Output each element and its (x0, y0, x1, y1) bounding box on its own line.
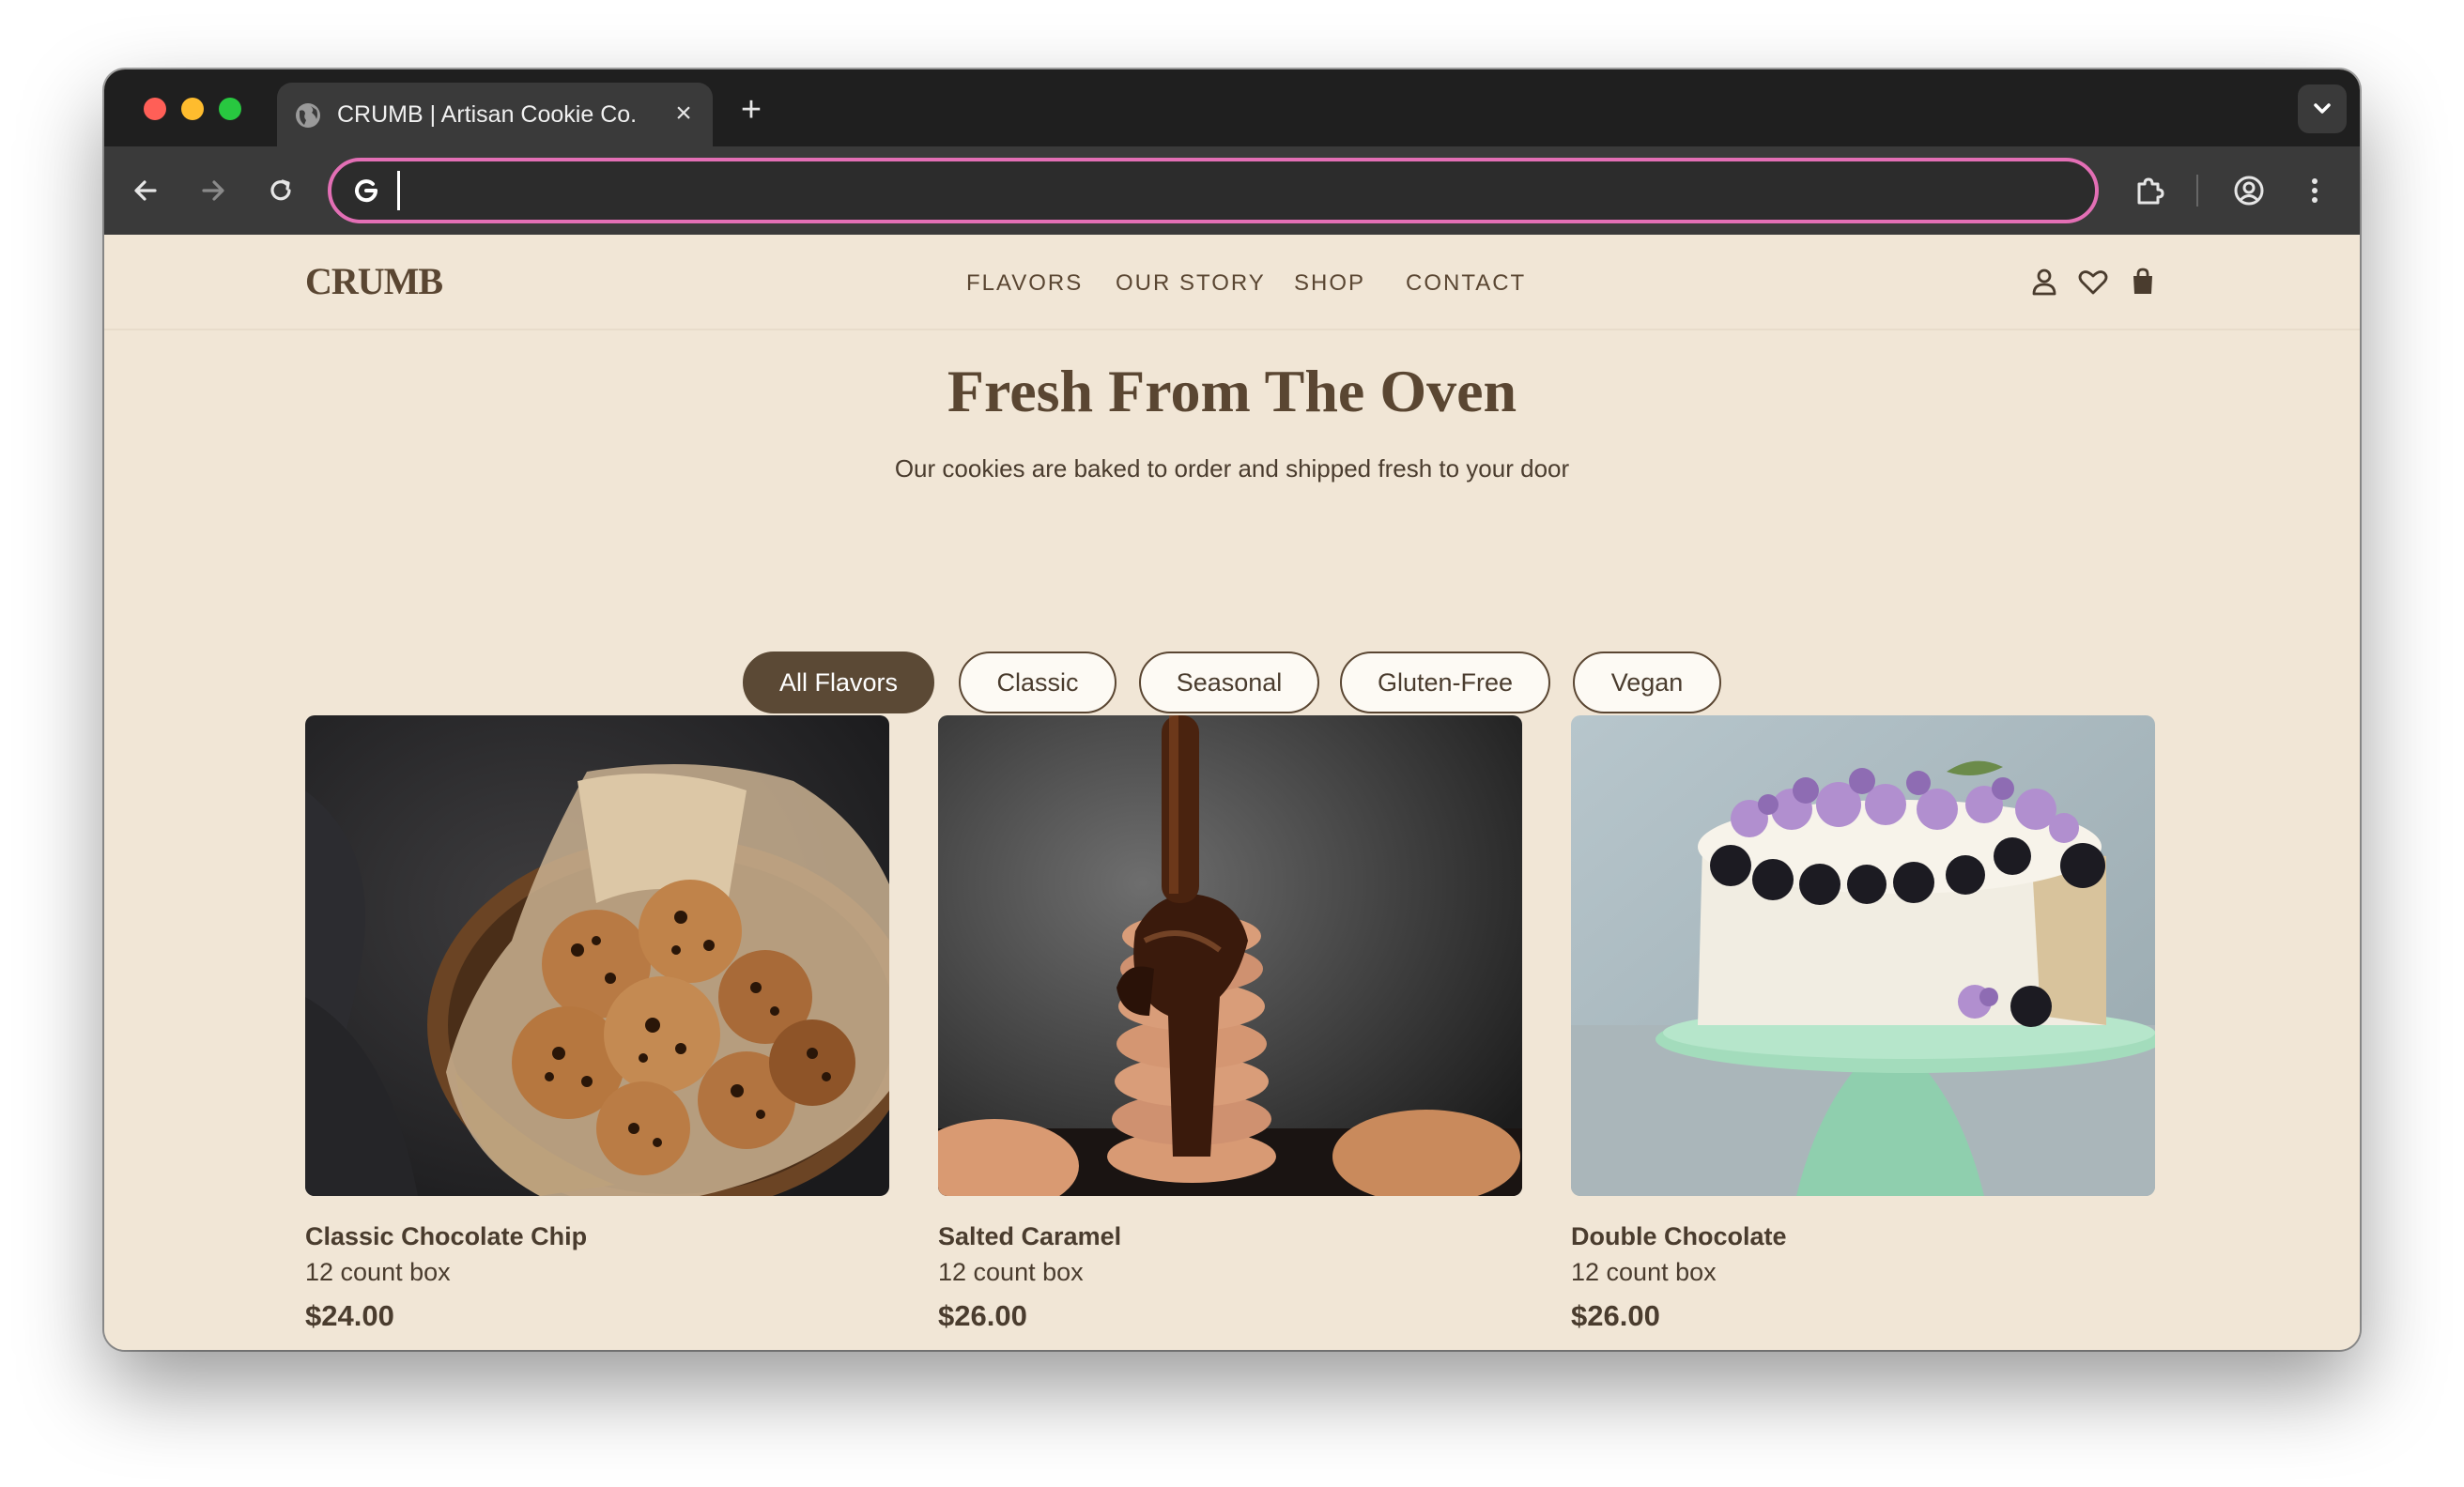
tab-search-button[interactable] (2298, 84, 2347, 133)
profile-icon[interactable] (2230, 172, 2268, 209)
globe-icon (294, 101, 322, 130)
nav-shop[interactable]: SHOP (1294, 270, 1365, 297)
site-header: CRUMB FLAVORS OUR STORY SHOP CONTACT (104, 235, 2360, 330)
product-image-cookies-bowl[interactable] (305, 715, 889, 1196)
browser-toolbar (104, 146, 2360, 235)
reload-icon[interactable] (262, 172, 300, 209)
google-g-icon (350, 175, 382, 207)
product-size: 12 count box (305, 1258, 451, 1286)
nav-contact[interactable]: CONTACT (1406, 270, 1526, 297)
product-size: 12 count box (938, 1258, 1084, 1286)
product-price: $26.00 (938, 1299, 1027, 1332)
minimize-window-button[interactable] (181, 98, 204, 120)
page-content: CRUMB FLAVORS OUR STORY SHOP CONTACT Fre… (104, 235, 2360, 1350)
chevron-down-icon (2314, 103, 2331, 114)
address-input[interactable] (397, 171, 2069, 210)
product-name[interactable]: Double Chocolate (1571, 1222, 1787, 1251)
product-name[interactable]: Salted Caramel (938, 1222, 1121, 1251)
tab-title: CRUMB | Artisan Cookie Co. (337, 101, 638, 128)
product-image-chocolate-drizzle[interactable] (938, 715, 1522, 1196)
filter-all-flavors[interactable]: All Flavors (743, 652, 934, 713)
forward-arrow-icon[interactable] (194, 172, 232, 209)
hero-title: Fresh From The Oven (947, 358, 1517, 424)
filter-seasonal[interactable]: Seasonal (1139, 652, 1319, 713)
main-nav: FLAVORS OUR STORY SHOP CONTACT (104, 270, 2360, 299)
close-window-button[interactable] (144, 98, 166, 120)
address-bar[interactable] (328, 158, 2099, 223)
extensions-puzzle-icon[interactable] (2131, 172, 2168, 209)
filter-vegan[interactable]: Vegan (1573, 652, 1721, 713)
account-icon[interactable] (2027, 265, 2061, 299)
filter-gluten-free[interactable]: Gluten-Free (1340, 652, 1550, 713)
product-size: 12 count box (1571, 1258, 1717, 1286)
new-tab-button[interactable]: + (735, 92, 767, 128)
wishlist-heart-icon[interactable] (2076, 265, 2110, 299)
back-arrow-icon[interactable] (127, 172, 164, 209)
browser-window: CRUMB | Artisan Cookie Co. × + CRUMB FLA… (104, 69, 2360, 1350)
nav-our-story[interactable]: OUR STORY (1116, 270, 1266, 297)
tab-strip: CRUMB | Artisan Cookie Co. × + (104, 69, 2360, 146)
product-price: $24.00 (305, 1299, 394, 1332)
more-menu-icon[interactable] (2296, 172, 2333, 209)
product-image-blackberry-cake[interactable] (1571, 715, 2155, 1196)
tab-close-icon[interactable]: × (670, 100, 698, 128)
maximize-window-button[interactable] (219, 98, 241, 120)
toolbar-divider (2196, 175, 2198, 207)
browser-tab-active[interactable]: CRUMB | Artisan Cookie Co. × (277, 83, 713, 146)
filter-classic[interactable]: Classic (959, 652, 1116, 713)
shopping-bag-icon[interactable] (2126, 265, 2160, 299)
product-price: $26.00 (1571, 1299, 1660, 1332)
nav-flavors[interactable]: FLAVORS (966, 270, 1083, 297)
product-name[interactable]: Classic Chocolate Chip (305, 1222, 587, 1251)
hero-subtitle: Our cookies are baked to order and shipp… (894, 454, 1570, 483)
